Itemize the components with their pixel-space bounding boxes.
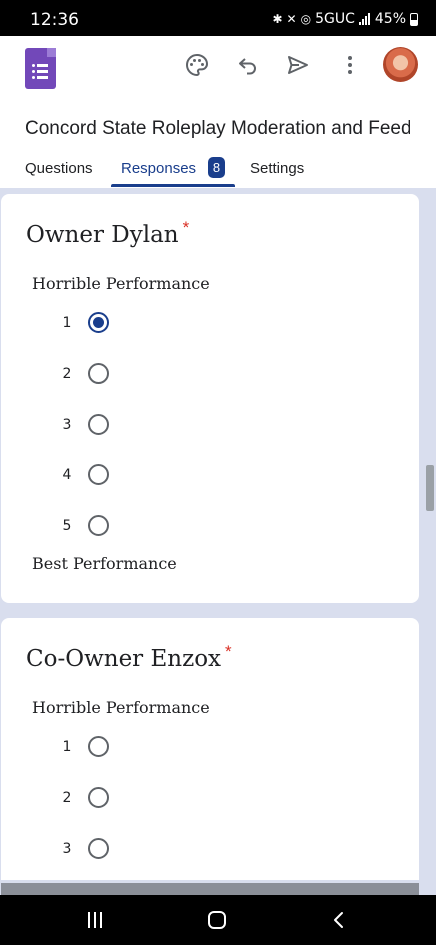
radio-option-1[interactable] [88, 736, 109, 757]
scale-high-label: Best Performance [32, 554, 177, 573]
undo-icon[interactable] [234, 51, 262, 79]
send-icon[interactable] [284, 51, 312, 79]
active-tab-indicator [111, 184, 235, 187]
tab-responses[interactable]: Responses [121, 160, 196, 177]
avatar[interactable] [383, 47, 418, 82]
recents-icon[interactable] [80, 906, 110, 934]
radio-option-2[interactable] [88, 787, 109, 808]
back-icon[interactable] [324, 906, 354, 934]
required-asterisk: * [182, 218, 190, 237]
tab-questions[interactable]: Questions [25, 160, 93, 177]
forms-logo-icon[interactable] [25, 48, 56, 89]
option-label: 3 [62, 417, 72, 433]
radio-option-2[interactable] [88, 363, 109, 384]
scrollbar-thumb[interactable] [426, 465, 434, 511]
radio-option-3[interactable] [88, 838, 109, 859]
hotspot-icon: ◎ [300, 12, 312, 26]
home-icon[interactable] [202, 906, 232, 934]
network-label: 5GUC [315, 11, 355, 27]
palette-icon[interactable] [183, 51, 211, 79]
option-label: 4 [62, 467, 72, 483]
option-label: 2 [62, 366, 72, 382]
question-title: Co-Owner Enzox * [26, 642, 232, 672]
option-label: 1 [62, 739, 72, 755]
more-vert-icon[interactable] [336, 51, 364, 79]
question-card: Owner Dylan * Horrible Performance 1 2 3 … [1, 194, 419, 603]
responses-count-badge: 8 [208, 157, 225, 178]
status-icons: ✱ ✕ ◎ 5GUC 45% [272, 11, 418, 27]
radio-option-4[interactable] [88, 464, 109, 485]
battery-percent: 45% [374, 11, 406, 27]
radio-option-1[interactable] [88, 312, 109, 333]
option-label: 5 [62, 518, 72, 534]
status-time: 12:36 [30, 10, 79, 30]
question-title: Owner Dylan * [26, 218, 190, 248]
question-card: Co-Owner Enzox * Horrible Performance 1 2… [1, 618, 419, 880]
form-title: Concord State Roleplay Moderation and Fe… [25, 118, 410, 139]
scale-low-label: Horrible Performance [32, 698, 210, 717]
required-asterisk: * [225, 642, 232, 661]
tab-settings[interactable]: Settings [250, 160, 304, 177]
bottom-toolbar-edge [1, 883, 419, 895]
option-label: 3 [62, 841, 72, 857]
mute-icon: ✕ [286, 12, 297, 26]
bluetooth-icon: ✱ [272, 12, 283, 26]
radio-option-3[interactable] [88, 414, 109, 435]
app-header: Concord State Roleplay Moderation and Fe… [0, 36, 436, 188]
option-label: 2 [62, 790, 72, 806]
status-bar: 12:36 ✱ ✕ ◎ 5GUC 45% [0, 0, 436, 36]
scale-low-label: Horrible Performance [32, 274, 210, 293]
radio-option-5[interactable] [88, 515, 109, 536]
signal-icon [358, 13, 370, 25]
option-label: 1 [62, 315, 72, 331]
system-nav-bar [0, 895, 436, 945]
battery-icon [410, 12, 418, 26]
